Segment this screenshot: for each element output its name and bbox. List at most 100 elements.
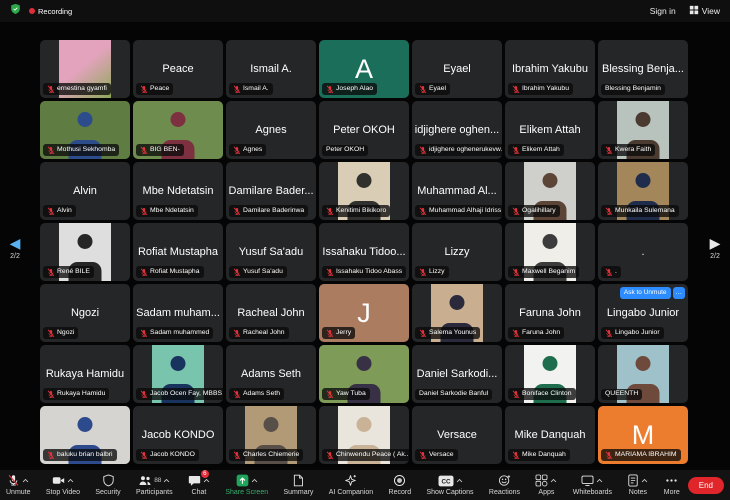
toolbar-reactions-button[interactable]: Reactions [489, 474, 520, 496]
participant-tile[interactable]: Mike DanquahMike Danquah [505, 406, 595, 464]
participant-name-text: Jerry [336, 329, 351, 337]
toolbar-notes-button[interactable]: Notes [627, 474, 648, 496]
chevron-up-icon[interactable] [550, 478, 557, 483]
participant-tile[interactable]: Maxwell Beganim [505, 223, 595, 281]
security-icon [102, 474, 115, 487]
chevron-up-icon[interactable] [596, 478, 603, 483]
participant-tile[interactable]: Lingabo JuniorAsk to Unmute…Lingabo Juni… [598, 284, 688, 342]
participant-tile[interactable]: Chinwendu Peace ( Ak... [319, 406, 409, 464]
participant-tile[interactable]: Rukaya HamiduRukaya Hamidu [40, 345, 130, 403]
participant-tile[interactable]: Blessing Benja...Blessing Benjamin [598, 40, 688, 98]
participant-tile[interactable]: Jacob Ocen Fay, MBBS [133, 345, 223, 403]
participant-tile[interactable]: MMARIAMA IBRAHIM [598, 406, 688, 464]
participant-tile[interactable]: Munkaila Sulemana [598, 162, 688, 220]
sign-in-button[interactable]: Sign in [650, 6, 676, 16]
person-silhouette-head [78, 112, 93, 127]
participant-tile[interactable]: ernestina gyamfi [40, 40, 130, 98]
toolbar-stop-video-button[interactable]: Stop Video [46, 474, 80, 496]
participant-tile[interactable]: Racheal JohnRacheal John [226, 284, 316, 342]
participant-tile[interactable]: Ogalihillary [505, 162, 595, 220]
participant-tile[interactable]: VersaceVersace [412, 406, 502, 464]
ask-to-unmute-button[interactable]: Ask to Unmute [620, 287, 671, 299]
participant-tile[interactable]: Boniface Clinton [505, 345, 595, 403]
participant-tile[interactable]: Kenitimi Bikikoro [319, 162, 409, 220]
toolbar-show-captions-button[interactable]: CCShow Captions [426, 474, 473, 496]
chevron-up-icon[interactable] [456, 478, 463, 483]
participant-tile[interactable]: AlvinAlvin [40, 162, 130, 220]
toolbar-participants-button[interactable]: 88Participants [136, 474, 173, 496]
participant-tile[interactable]: Yusuf Sa'aduYusuf Sa'adu [226, 223, 316, 281]
person-silhouette-head [542, 234, 557, 249]
chevron-up-icon[interactable] [67, 478, 74, 483]
participant-tile[interactable]: baluku brian balbri [40, 406, 130, 464]
tile-more-button[interactable]: … [673, 287, 686, 299]
toolbar-apps-button[interactable]: Apps [535, 474, 557, 496]
participant-name-text: Joseph Alao [336, 85, 373, 93]
toolbar-more-button[interactable]: More [664, 474, 680, 496]
participant-name-label: BIG BEN- [136, 144, 184, 156]
participant-tile[interactable]: Yaw Tuba [319, 345, 409, 403]
participant-tile[interactable]: Ismail A.Ismail A. [226, 40, 316, 98]
participant-tile[interactable]: AgnesAgnes [226, 101, 316, 159]
person-silhouette-head [635, 356, 650, 371]
participant-tile[interactable]: Jacob KONDOJacob KONDO [133, 406, 223, 464]
participant-tile[interactable]: PeacePeace [133, 40, 223, 98]
participant-tile[interactable]: René BILE [40, 223, 130, 281]
participant-tile[interactable]: LizzyLizzy [412, 223, 502, 281]
view-button[interactable]: View [689, 5, 720, 17]
participant-tile[interactable]: Charles Chiemerie [226, 406, 316, 464]
participant-tile[interactable]: .. [598, 223, 688, 281]
toolbar-record-button[interactable]: Record [389, 474, 412, 496]
participant-tile[interactable]: JJerry [319, 284, 409, 342]
participant-name-text: Chinwendu Peace ( Ak... [336, 451, 409, 459]
participant-tile[interactable]: Kwera Faith [598, 101, 688, 159]
participant-name-label: Yaw Tuba [322, 388, 370, 400]
toolbar-chat-button[interactable]: 6Chat [188, 474, 210, 496]
participant-tile[interactable]: Sadam muham...Sadam muhammed [133, 284, 223, 342]
participant-tile[interactable]: BIG BEN- [133, 101, 223, 159]
participant-tile[interactable]: idjighere oghen...idjighere oghenerukevw… [412, 101, 502, 159]
chevron-up-icon[interactable] [641, 478, 648, 483]
participant-name-label: Ogalihillary [508, 205, 560, 217]
toolbar-share-screen-button[interactable]: Share Screen [225, 474, 268, 496]
participant-name-text: Lingabo Junior [615, 329, 660, 337]
participant-tile[interactable]: AJoseph Alao [319, 40, 409, 98]
chevron-up-icon[interactable] [203, 478, 210, 483]
chevron-up-icon[interactable] [251, 478, 258, 483]
participant-tile[interactable]: Mbe NdetatsinMbe Ndetatsin [133, 162, 223, 220]
toolbar-unmute-button[interactable]: Unmute [6, 474, 31, 496]
muted-mic-icon [419, 146, 427, 155]
toolbar-security-button[interactable]: Security [95, 474, 120, 496]
chevron-up-icon[interactable] [163, 478, 170, 483]
participant-tile[interactable]: Elikem AttahElikem Attah [505, 101, 595, 159]
next-page-button[interactable]: ▶ 2/2 [701, 236, 729, 260]
participant-name-label: Jerry [322, 327, 355, 339]
participant-name-label: Agnes [229, 144, 266, 156]
participant-tile[interactable]: Damilare Bader...Damilare Baderinwa [226, 162, 316, 220]
participant-name-text: Ogalihillary [522, 207, 556, 215]
participant-tile[interactable]: Peter OKOHPeter OKOH [319, 101, 409, 159]
participant-name-label: Racheal John [229, 327, 289, 339]
toolbar-summary-button[interactable]: Summary [283, 474, 313, 496]
participant-tile[interactable]: QUEENTH [598, 345, 688, 403]
participant-name-label: Damilare Baderinwa [229, 205, 308, 217]
chevron-up-icon[interactable] [22, 478, 29, 483]
prev-page-button[interactable]: ◀ 2/2 [1, 236, 29, 260]
end-button[interactable]: End [688, 477, 724, 494]
participant-tile[interactable]: Adams SethAdams Seth [226, 345, 316, 403]
toolbar-ai-companion-button[interactable]: AI Companion [329, 474, 373, 496]
participant-tile[interactable]: EyaelEyael [412, 40, 502, 98]
participant-name-label: Rukaya Hamidu [43, 388, 109, 400]
participant-tile[interactable]: Mothusi Sekhomba [40, 101, 130, 159]
toolbar-whiteboards-button[interactable]: Whiteboards [573, 474, 612, 496]
participant-tile[interactable]: Salema Younus [412, 284, 502, 342]
participant-tile[interactable]: Faruna JohnFaruna John [505, 284, 595, 342]
participant-tile[interactable]: NgoziNgozi [40, 284, 130, 342]
participant-name-label: Peace [136, 83, 173, 95]
participant-name-text: Rukaya Hamidu [57, 390, 105, 398]
participant-tile[interactable]: Muhammad Al...Muhammad Alhaji Idriss [412, 162, 502, 220]
participant-tile[interactable]: Daniel Sarkodi...Daniel Sarkodie Banful [412, 345, 502, 403]
participant-tile[interactable]: Issahaku Tidoo...Issahaku Tidoo Abass [319, 223, 409, 281]
participant-tile[interactable]: Ibrahim YakubuIbrahim Yakubu [505, 40, 595, 98]
participant-tile[interactable]: Rofiat MustaphaRofiat Mustapha [133, 223, 223, 281]
